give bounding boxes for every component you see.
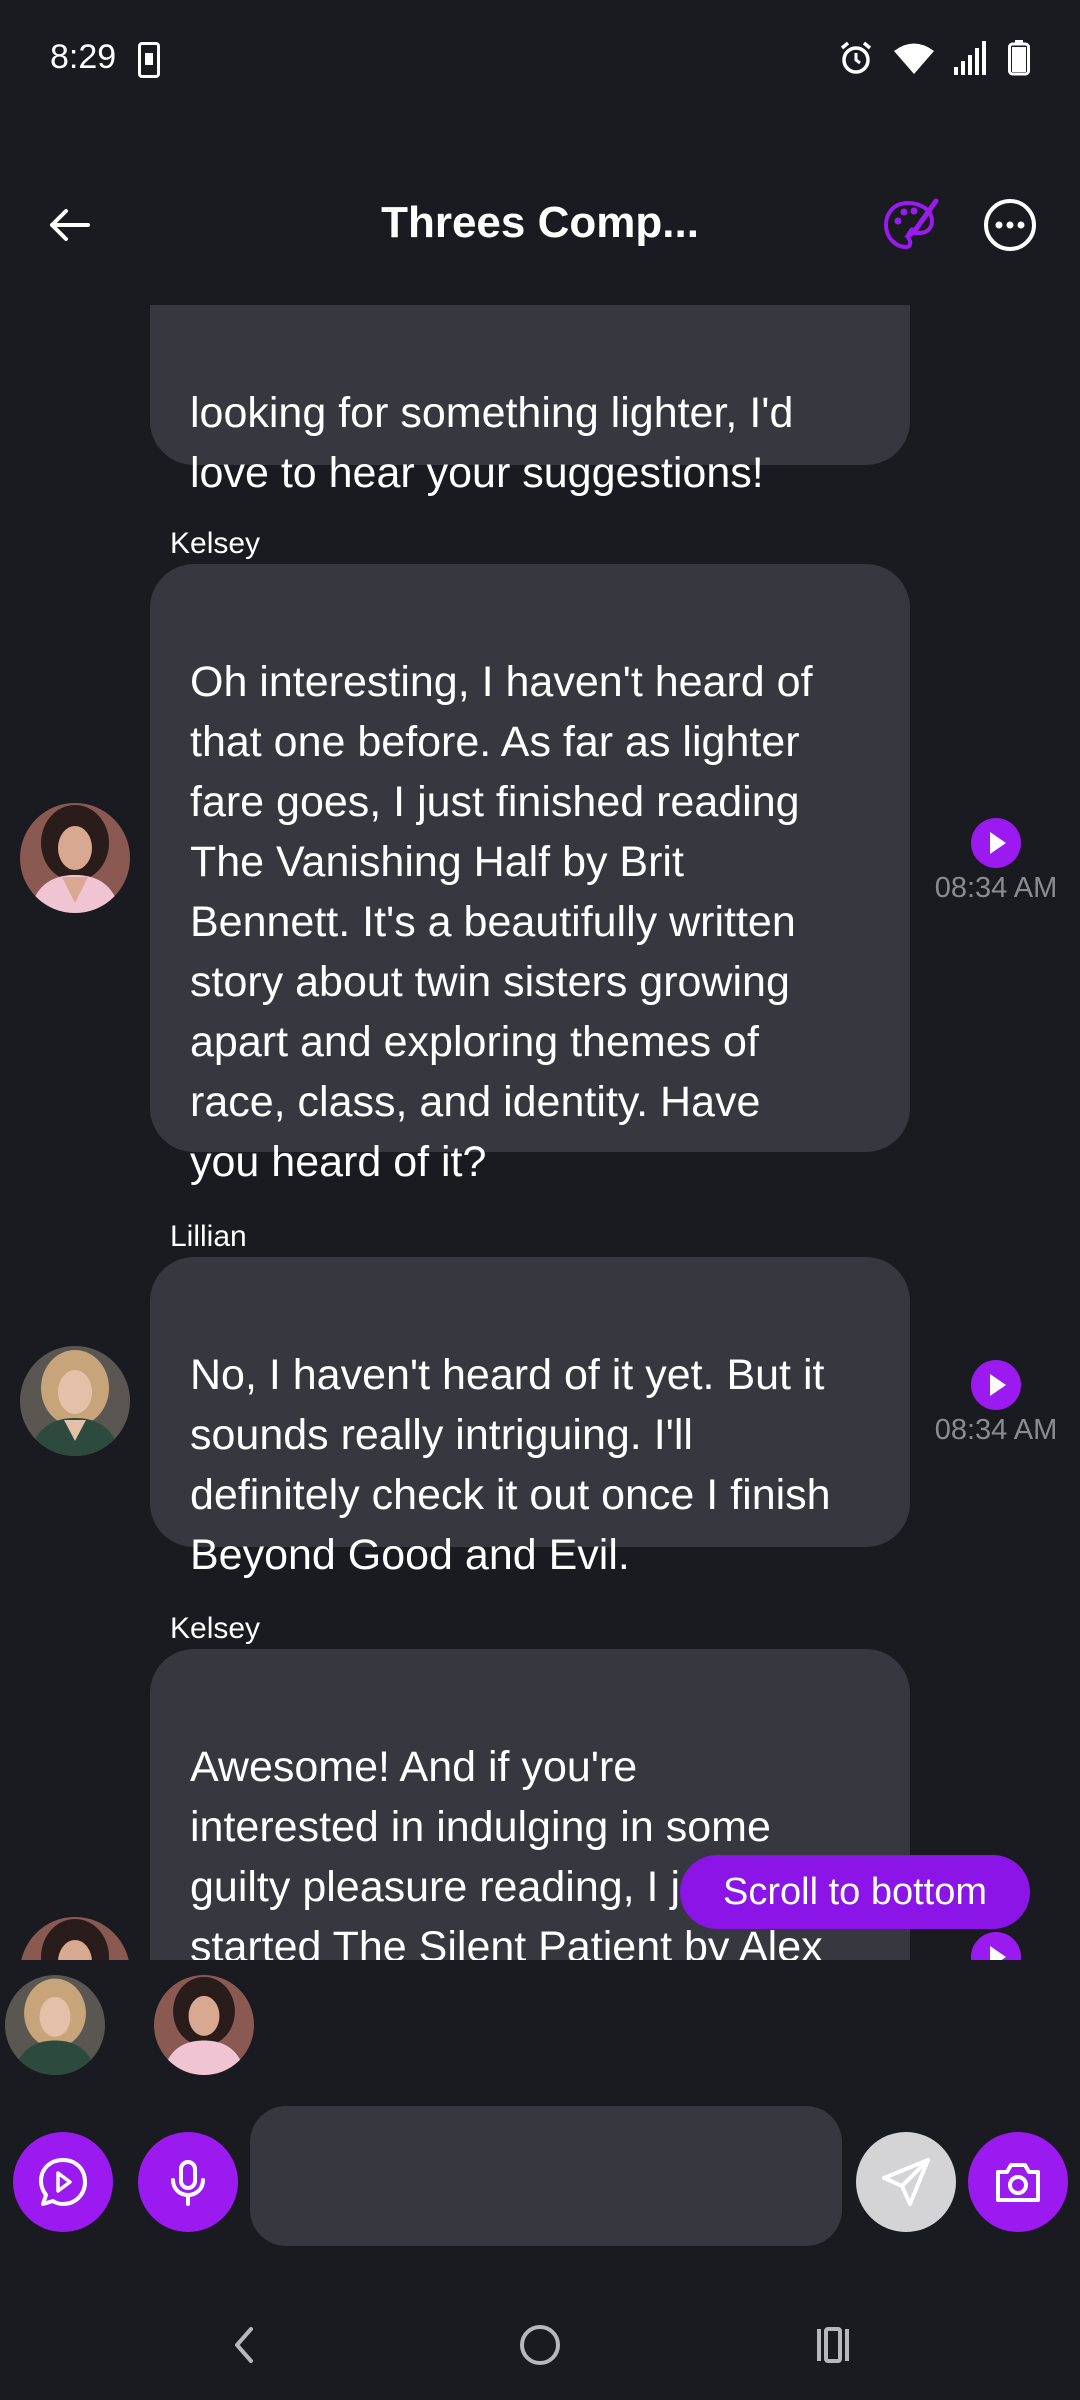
mic-icon (171, 2160, 205, 2206)
palette-icon (883, 198, 939, 250)
more-options-button[interactable] (980, 195, 1040, 255)
play-message-icon (39, 2158, 87, 2206)
nav-recents-icon[interactable] (803, 2315, 863, 2375)
avatar-image (20, 1346, 130, 1456)
sender-name: Kelsey (170, 527, 261, 560)
message-text: looking for something lighter, I'd love … (190, 389, 794, 497)
avatar-kelsey[interactable] (20, 803, 130, 913)
avatar-image (20, 1917, 130, 1960)
camera-icon (996, 2163, 1040, 2202)
avatar-image (20, 803, 130, 913)
phone-status-icon (138, 42, 160, 78)
play-audio-button[interactable] (970, 817, 1022, 869)
message-input[interactable] (250, 2106, 842, 2246)
participants-row (0, 1970, 1080, 2080)
voice-input-button[interactable] (138, 2132, 238, 2232)
theme-button[interactable] (880, 195, 940, 255)
wifi-icon (894, 43, 934, 74)
message-bubble: No, I haven't heard of it yet. But it so… (150, 1257, 910, 1579)
nav-home-icon[interactable] (510, 2315, 570, 2375)
avatar-kelsey[interactable] (20, 1917, 130, 1960)
message-time: 08:34 AM (934, 872, 1058, 904)
message-bubble: looking for something lighter, I'd love … (150, 305, 910, 497)
signal-icon (954, 41, 986, 75)
camera-button[interactable] (968, 2132, 1068, 2232)
participant-avatar-lillian[interactable] (5, 1975, 105, 2075)
system-nav-bar (0, 2290, 1080, 2400)
composer-bar (0, 2100, 1080, 2250)
message-text: Oh interesting, I haven't heard of that … (190, 658, 813, 1186)
play-audio-button[interactable] (970, 1931, 1022, 1960)
alarm-icon (840, 41, 872, 74)
status-time: 8:29 (50, 38, 117, 76)
play-audio-button[interactable] (970, 1359, 1022, 1411)
avatar-image (5, 1975, 105, 2075)
chat-header: Threes Comp... (0, 180, 1080, 270)
sender-name: Lillian (170, 1220, 247, 1253)
participant-avatar-kelsey[interactable] (154, 1975, 254, 2075)
message-bubble: Oh interesting, I haven't heard of that … (150, 564, 910, 1186)
avatar-image (154, 1975, 254, 2075)
message-list[interactable]: looking for something lighter, I'd love … (0, 305, 1080, 1960)
scroll-to-bottom-button[interactable]: Scroll to bottom (680, 1855, 1030, 1929)
more-horizontal-icon (984, 199, 1036, 251)
send-button[interactable] (856, 2132, 956, 2232)
send-icon (882, 2158, 930, 2206)
battery-icon (1008, 40, 1030, 76)
avatar-lillian[interactable] (20, 1346, 130, 1456)
sender-name: Kelsey (170, 1612, 261, 1645)
nav-back-icon[interactable] (215, 2315, 275, 2375)
message-time: 08:34 AM (934, 1414, 1058, 1446)
status-bar: 8:29 (0, 0, 1080, 125)
status-icons (838, 40, 1030, 76)
chat-screen: 8:29 Threes Comp... looking for somethin… (0, 0, 1080, 2400)
message-text: No, I haven't heard of it yet. But it so… (190, 1351, 831, 1579)
video-message-button[interactable] (13, 2132, 113, 2232)
